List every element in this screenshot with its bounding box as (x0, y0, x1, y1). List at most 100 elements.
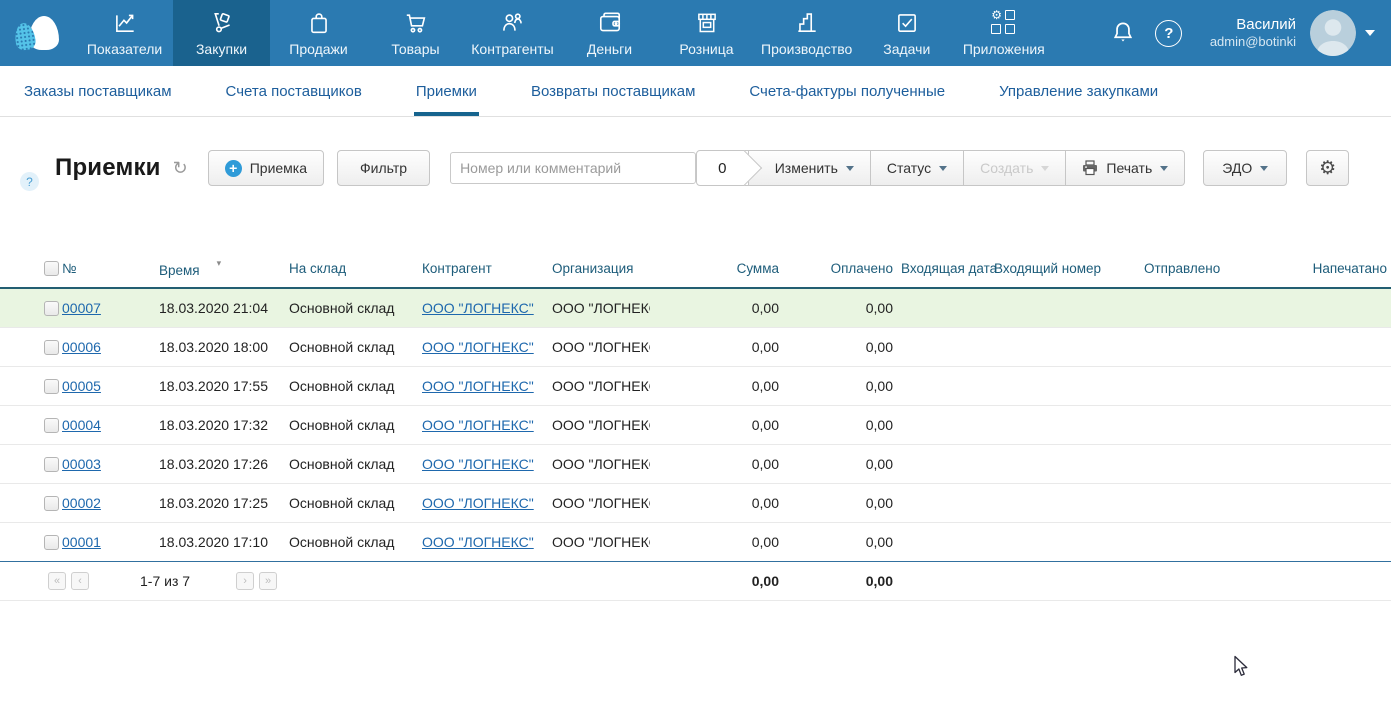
row-checkbox[interactable] (44, 535, 59, 550)
column-header-warehouse[interactable]: На склад (285, 252, 418, 288)
table-header-row: № Время▾ На склад Контрагент Организация… (0, 252, 1391, 288)
row-checkbox[interactable] (44, 418, 59, 433)
document-link[interactable]: 00003 (62, 456, 101, 472)
column-header-counterparty[interactable]: Контрагент (418, 252, 548, 288)
change-dropdown[interactable]: Изменить (749, 150, 871, 186)
print-dropdown[interactable]: Печать (1066, 150, 1185, 186)
organization-cell: ООО "ЛОГНЕКС" (548, 444, 650, 483)
document-link[interactable]: 00001 (62, 534, 101, 550)
tab-receipts[interactable]: Приемки (416, 66, 477, 116)
tab-supplier-orders[interactable]: Заказы поставщикам (24, 66, 172, 116)
document-link[interactable]: 00007 (62, 300, 101, 316)
column-header-paid[interactable]: Оплачено (783, 252, 897, 288)
page-help-icon[interactable]: ? (20, 172, 39, 191)
last-page-button[interactable]: » (259, 572, 277, 590)
column-header-incoming-date[interactable]: Входящая дата (897, 252, 990, 288)
settings-button[interactable]: ⚙ (1306, 150, 1349, 186)
row-checkbox[interactable] (44, 457, 59, 472)
nav-item-indicators[interactable]: Показатели (76, 0, 173, 66)
column-header-time[interactable]: Время▾ (155, 252, 285, 288)
nav-item-counterparties[interactable]: Контрагенты (464, 0, 561, 66)
edo-dropdown[interactable]: ЭДО (1203, 150, 1287, 186)
document-link[interactable]: 00006 (62, 339, 101, 355)
tab-supplier-invoices[interactable]: Счета поставщиков (226, 66, 362, 116)
selected-counter[interactable]: 0 (696, 150, 749, 186)
select-all-checkbox[interactable] (44, 261, 59, 276)
document-link[interactable]: 00005 (62, 378, 101, 394)
search-input[interactable] (450, 152, 696, 184)
counterparty-link[interactable]: ООО "ЛОГНЕКС" (422, 300, 534, 316)
counterparty-link[interactable]: ООО "ЛОГНЕКС" (422, 378, 534, 394)
printed-cell (1250, 288, 1391, 327)
chevron-down-icon (846, 166, 854, 171)
table-row[interactable]: 00002 18.03.2020 17:25 Основной склад ОО… (0, 483, 1391, 522)
nav-item-apps[interactable]: ⚙ Приложения (955, 0, 1052, 66)
row-checkbox[interactable] (44, 301, 59, 316)
column-header-sum[interactable]: Сумма (650, 252, 783, 288)
organization-cell: ООО "ЛОГНЕКС" (548, 483, 650, 522)
counterparty-link[interactable]: ООО "ЛОГНЕКС" (422, 417, 534, 433)
time-cell: 18.03.2020 17:10 (155, 522, 285, 561)
user-menu-caret-icon[interactable] (1365, 30, 1375, 36)
nav-item-sales[interactable]: Продажи (270, 0, 367, 66)
nav-item-label: Задачи (883, 41, 930, 57)
column-header-organization[interactable]: Организация (548, 252, 650, 288)
document-link[interactable]: 00002 (62, 495, 101, 511)
tab-supplier-returns[interactable]: Возвраты поставщикам (531, 66, 695, 116)
incoming-number-cell (990, 366, 1140, 405)
nav-item-money[interactable]: Деньги (561, 0, 658, 66)
printed-cell (1250, 405, 1391, 444)
topnav-right: ? Василий admin@botinki (1100, 0, 1391, 66)
next-page-button[interactable]: › (236, 572, 254, 590)
document-link[interactable]: 00004 (62, 417, 101, 433)
time-cell: 18.03.2020 21:04 (155, 288, 285, 327)
table-row[interactable]: 00001 18.03.2020 17:10 Основной склад ОО… (0, 522, 1391, 561)
table-row[interactable]: 00004 18.03.2020 17:32 Основной склад ОО… (0, 405, 1391, 444)
organization-cell: ООО "ЛОГНЕКС" (548, 522, 650, 561)
counterparty-link[interactable]: ООО "ЛОГНЕКС" (422, 495, 534, 511)
prev-page-button[interactable]: ‹ (71, 572, 89, 590)
nav-item-production[interactable]: Производство (755, 0, 858, 66)
nav-item-label: Продажи (289, 41, 347, 57)
avatar[interactable] (1310, 10, 1356, 56)
incoming-date-cell (897, 483, 990, 522)
column-header-number[interactable]: № (62, 252, 155, 288)
column-header-printed[interactable]: Напечатано (1250, 252, 1391, 288)
filter-button[interactable]: Фильтр (337, 150, 430, 186)
counterparty-link[interactable]: ООО "ЛОГНЕКС" (422, 534, 534, 550)
nav-item-tasks[interactable]: Задачи (858, 0, 955, 66)
first-page-button[interactable]: « (48, 572, 66, 590)
user-menu[interactable]: Василий admin@botinki (1210, 16, 1296, 51)
create-dropdown[interactable]: Создать (964, 150, 1066, 186)
counterparty-link[interactable]: ООО "ЛОГНЕКС" (422, 456, 534, 472)
number-cell: 00001 (62, 522, 155, 561)
row-checkbox[interactable] (44, 496, 59, 511)
counterparty-cell: ООО "ЛОГНЕКС" (418, 522, 548, 561)
handtruck-icon (209, 10, 235, 36)
row-checkbox[interactable] (44, 340, 59, 355)
nav-item-purchases[interactable]: Закупки (173, 0, 270, 66)
row-checkbox[interactable] (44, 379, 59, 394)
number-cell: 00007 (62, 288, 155, 327)
help-button[interactable]: ? (1146, 20, 1192, 47)
add-receipt-button[interactable]: + Приемка (208, 150, 324, 186)
nav-item-goods[interactable]: Товары (367, 0, 464, 66)
table-row[interactable]: 00006 18.03.2020 18:00 Основной склад ОО… (0, 327, 1391, 366)
refresh-icon[interactable]: ↻ (173, 159, 188, 177)
table-row[interactable]: 00003 18.03.2020 17:26 Основной склад ОО… (0, 444, 1391, 483)
table-row[interactable]: 00007 18.03.2020 21:04 Основной склад ОО… (0, 288, 1391, 327)
table-row[interactable]: 00005 18.03.2020 17:55 Основной склад ОО… (0, 366, 1391, 405)
column-header-sent[interactable]: Отправлено (1140, 252, 1250, 288)
tab-received-vat-invoices[interactable]: Счета-фактуры полученные (749, 66, 945, 116)
tab-purchase-management[interactable]: Управление закупками (999, 66, 1158, 116)
counterparty-link[interactable]: ООО "ЛОГНЕКС" (422, 339, 534, 355)
status-dropdown[interactable]: Статус (871, 150, 964, 186)
nav-item-retail[interactable]: Розница (658, 0, 755, 66)
nav-item-label: Закупки (196, 41, 247, 57)
counterparty-cell: ООО "ЛОГНЕКС" (418, 366, 548, 405)
column-header-incoming-number[interactable]: Входящий номер (990, 252, 1140, 288)
printed-cell (1250, 366, 1391, 405)
moysklad-logo[interactable] (0, 0, 76, 66)
notifications-button[interactable] (1100, 19, 1146, 47)
row-select-cell (0, 327, 62, 366)
